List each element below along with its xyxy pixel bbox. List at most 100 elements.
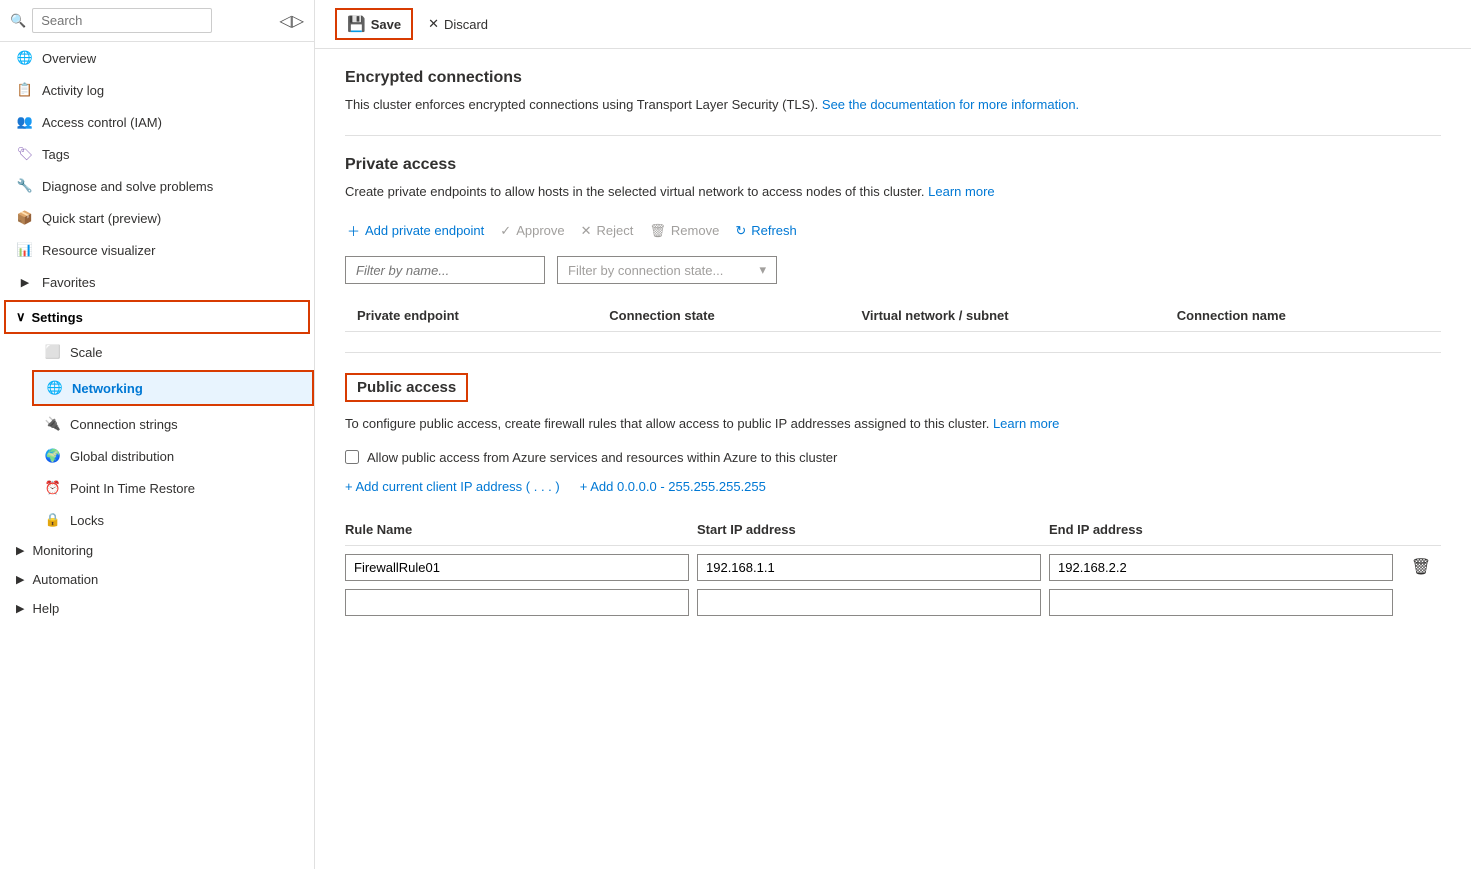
scale-icon: ⬜	[44, 343, 62, 361]
sidebar-item-connection-strings[interactable]: 🔌 Connection strings	[32, 408, 314, 440]
settings-section-header[interactable]: ∨ Settings	[4, 300, 310, 334]
fw-delete-button-1[interactable]: 🗑	[1401, 555, 1441, 579]
filter-state-select[interactable]: Filter by connection state... ▾	[557, 256, 777, 284]
sidebar-item-overview[interactable]: 🌐 Overview	[0, 42, 314, 74]
add-private-endpoint-button[interactable]: ＋ Add private endpoint	[345, 217, 486, 244]
clock-icon: ⏰	[44, 479, 62, 497]
sidebar-item-diagnose[interactable]: 🔧 Diagnose and solve problems	[0, 170, 314, 202]
public-access-desc: To configure public access, create firew…	[345, 414, 1441, 434]
firewall-row-2	[345, 589, 1441, 616]
col-virtual-network: Virtual network / subnet	[861, 308, 1176, 323]
fw-start-ip-2[interactable]	[697, 589, 1041, 616]
sidebar-item-locks[interactable]: 🔒 Locks	[32, 504, 314, 536]
refresh-button[interactable]: ↻ Refresh	[733, 219, 798, 243]
fw-end-ip-1[interactable]	[1049, 554, 1393, 581]
sidebar-item-tags[interactable]: 🏷 Tags	[0, 138, 314, 170]
sidebar-item-monitoring-label: Monitoring	[32, 543, 93, 558]
firewall-table-header: Rule Name Start IP address End IP addres…	[345, 514, 1441, 546]
allow-azure-checkbox-row: Allow public access from Azure services …	[345, 450, 1441, 465]
private-access-table-header: Private endpoint Connection state Virtua…	[345, 300, 1441, 332]
sidebar-item-scale-label: Scale	[70, 345, 103, 360]
chevron-down-icon: ∨	[16, 309, 26, 325]
settings-sub-items: ⬜ Scale 🌐 Networking 🔌 Connection string…	[0, 336, 314, 536]
discard-button[interactable]: ✕ Discard	[417, 10, 499, 38]
col-private-endpoint: Private endpoint	[357, 308, 609, 323]
sidebar-item-networking[interactable]: 🌐 Networking	[32, 370, 314, 406]
divider-1	[345, 135, 1441, 136]
toolbar: 💾 Save ✕ Discard	[315, 0, 1471, 49]
people-icon: 👥	[16, 113, 34, 131]
reject-label: Reject	[597, 223, 634, 238]
sidebar-item-automation-label: Automation	[32, 572, 98, 587]
public-access-section: Public access To configure public access…	[345, 373, 1441, 616]
globe-icon: 🌐	[16, 49, 34, 67]
discard-label: Discard	[444, 17, 488, 32]
sidebar-item-diagnose-label: Diagnose and solve problems	[42, 179, 213, 194]
sidebar-item-automation[interactable]: ▶ Automation	[0, 565, 314, 594]
sidebar-item-global-distribution[interactable]: 🌍 Global distribution	[32, 440, 314, 472]
public-access-title: Public access	[345, 373, 468, 402]
network-icon: 🌐	[46, 379, 64, 397]
fw-start-ip-1[interactable]	[697, 554, 1041, 581]
sidebar-item-access-control[interactable]: 👥 Access control (IAM)	[0, 106, 314, 138]
sidebar-item-resource-visualizer[interactable]: 📊 Resource visualizer	[0, 234, 314, 266]
sidebar-item-locks-label: Locks	[70, 513, 104, 528]
trash-icon: 🗑	[649, 223, 666, 239]
fw-end-ip-2[interactable]	[1049, 589, 1393, 616]
sidebar-item-monitoring[interactable]: ▶ Monitoring	[0, 536, 314, 565]
sidebar-item-point-in-time-label: Point In Time Restore	[70, 481, 195, 496]
remove-label: Remove	[671, 223, 719, 238]
sidebar-item-connection-strings-label: Connection strings	[70, 417, 178, 432]
content-area: Encrypted connections This cluster enfor…	[315, 49, 1471, 644]
public-access-learn-more-link[interactable]: Learn more	[993, 416, 1059, 431]
encrypted-connections-section: Encrypted connections This cluster enfor…	[345, 69, 1441, 115]
encrypted-connections-link[interactable]: See the documentation for more informati…	[822, 97, 1079, 112]
sidebar-item-point-in-time[interactable]: ⏰ Point In Time Restore	[32, 472, 314, 504]
fw-col-start-ip: Start IP address	[697, 522, 1049, 537]
sidebar-item-help[interactable]: ▶ Help	[0, 594, 314, 623]
sidebar-item-quickstart-label: Quick start (preview)	[42, 211, 161, 226]
fw-col-rule-name: Rule Name	[345, 522, 697, 537]
filter-name-input[interactable]	[345, 256, 545, 284]
encrypted-connections-desc: This cluster enforces encrypted connecti…	[345, 95, 1441, 115]
sidebar-item-global-distribution-label: Global distribution	[70, 449, 174, 464]
divider-2	[345, 352, 1441, 353]
filter-state-placeholder: Filter by connection state...	[568, 263, 723, 278]
private-access-title: Private access	[345, 156, 1441, 174]
save-icon: 💾	[347, 15, 366, 33]
fw-rule-name-2[interactable]	[345, 589, 689, 616]
filter-row: Filter by connection state... ▾	[345, 256, 1441, 284]
graph-icon: 📊	[16, 241, 34, 259]
allow-azure-checkbox[interactable]	[345, 450, 359, 464]
sidebar-item-scale[interactable]: ⬜ Scale	[32, 336, 314, 368]
fw-col-action	[1401, 522, 1441, 537]
sidebar-item-overview-label: Overview	[42, 51, 96, 66]
sidebar-item-activity-log[interactable]: 📋 Activity log	[0, 74, 314, 106]
private-access-learn-more-link[interactable]: Learn more	[928, 184, 994, 199]
sidebar-item-quickstart[interactable]: 📦 Quick start (preview)	[0, 202, 314, 234]
plug-icon: 🔌	[44, 415, 62, 433]
search-icon: 🔍	[10, 13, 26, 29]
save-button[interactable]: 💾 Save	[335, 8, 413, 40]
sidebar-item-help-label: Help	[32, 601, 59, 616]
fw-rule-name-1[interactable]	[345, 554, 689, 581]
sidebar-item-tags-label: Tags	[42, 147, 69, 162]
remove-button[interactable]: 🗑 Remove	[647, 219, 721, 243]
private-access-desc: Create private endpoints to allow hosts …	[345, 182, 1441, 202]
add-endpoint-label: Add private endpoint	[365, 223, 484, 238]
search-input[interactable]	[32, 8, 212, 33]
approve-button[interactable]: ✓ Approve	[498, 219, 566, 243]
sidebar-item-resource-visualizer-label: Resource visualizer	[42, 243, 155, 258]
box-icon: 📦	[16, 209, 34, 227]
refresh-icon: ↻	[735, 223, 746, 239]
link-row: + Add current client IP address ( . . . …	[345, 479, 1441, 494]
fw-col-end-ip: End IP address	[1049, 522, 1401, 537]
collapse-button[interactable]: ◁▷	[279, 11, 304, 31]
main-content: 💾 Save ✕ Discard Encrypted connections T…	[315, 0, 1471, 869]
add-client-ip-button[interactable]: + Add current client IP address ( . . . …	[345, 479, 560, 494]
add-range-button[interactable]: + Add 0.0.0.0 - 255.255.255.255	[580, 479, 766, 494]
allow-azure-label[interactable]: Allow public access from Azure services …	[367, 450, 837, 465]
x-icon: ✕	[581, 223, 592, 239]
sidebar-item-favorites[interactable]: ▶ Favorites	[0, 266, 314, 298]
reject-button[interactable]: ✕ Reject	[579, 219, 636, 243]
